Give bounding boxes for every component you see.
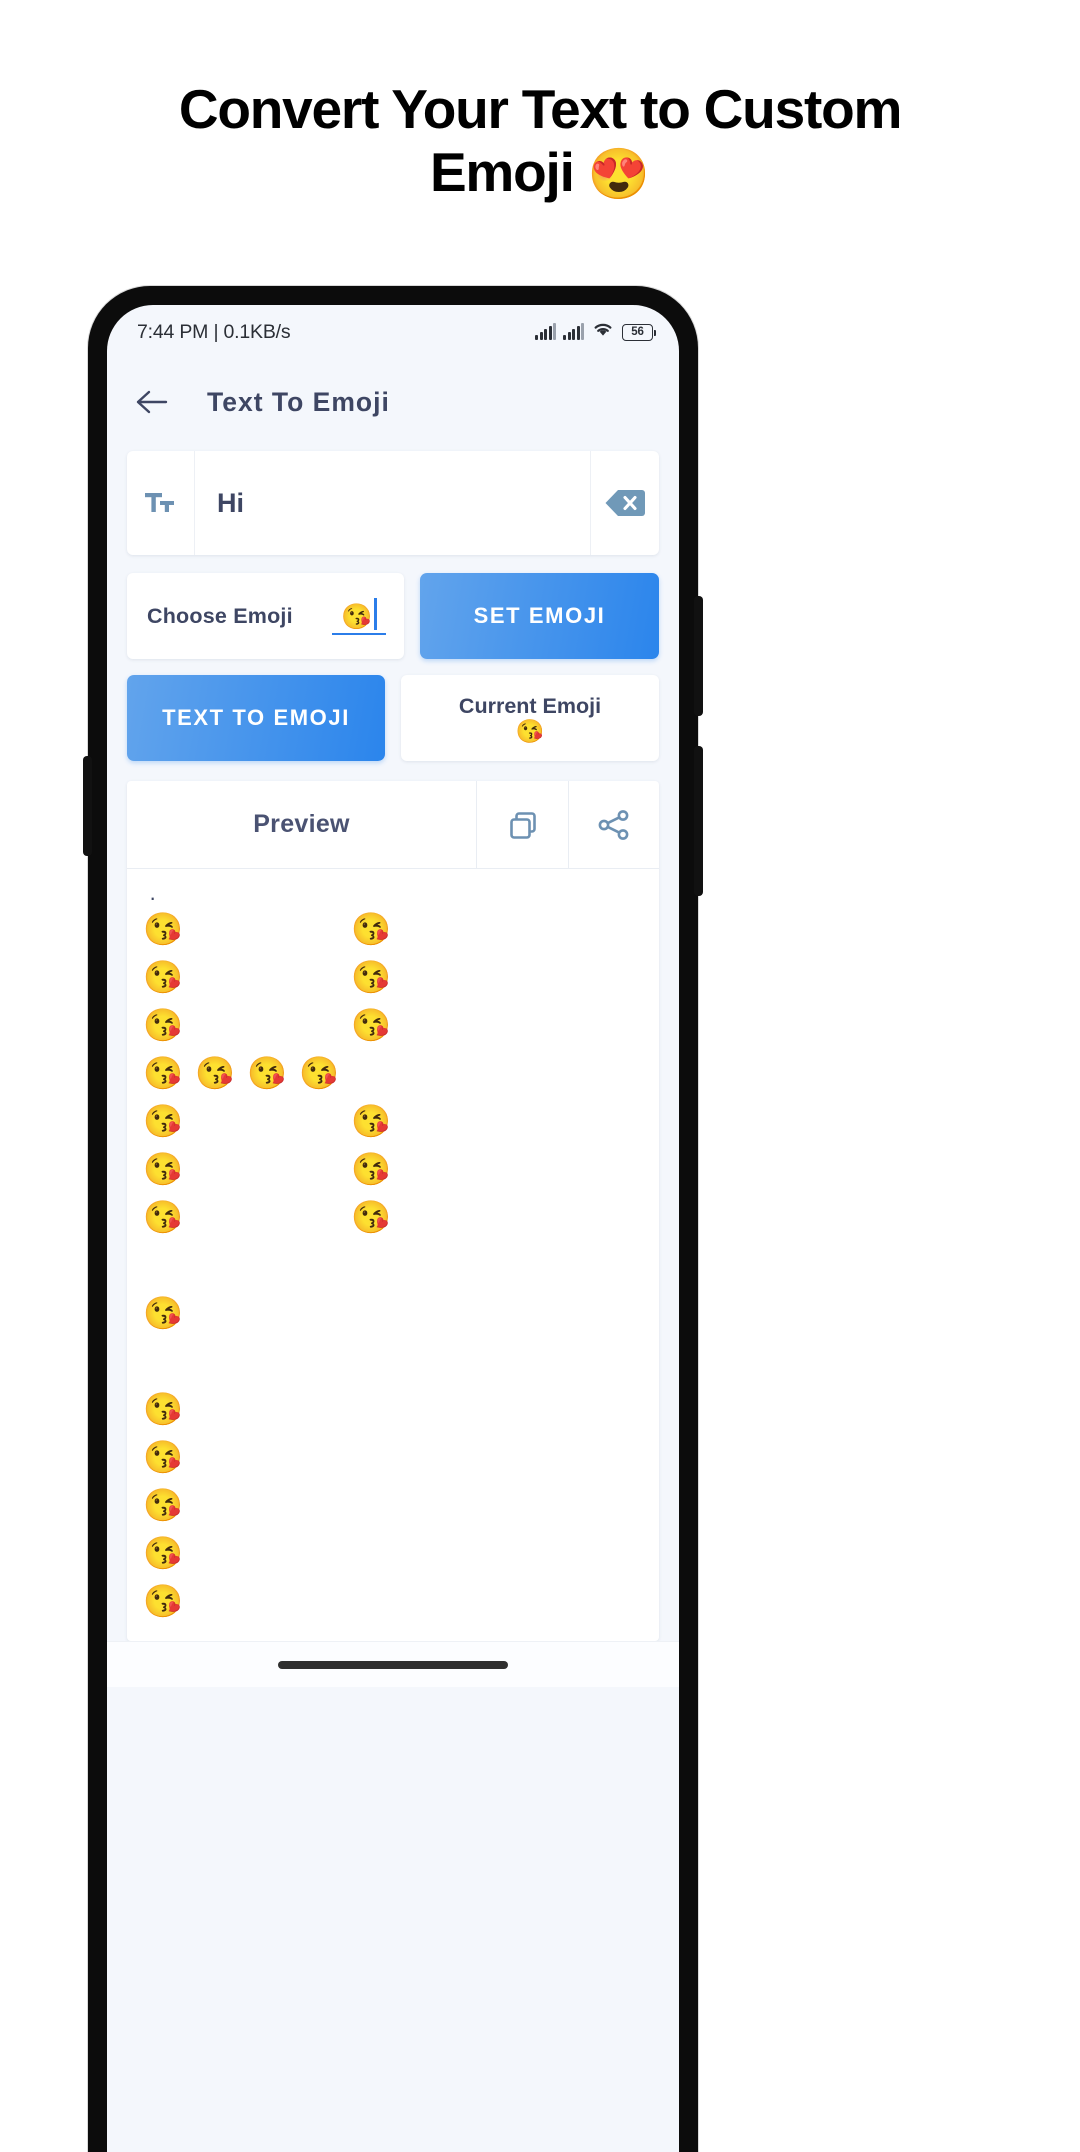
emoji-art-cell: 😘 [143, 1487, 183, 1523]
home-indicator[interactable] [278, 1660, 508, 1669]
emoji-art-cell: 😘 [143, 1103, 183, 1139]
promo-heading-line2: Emoji [429, 141, 575, 204]
battery-level-label: 56 [631, 326, 644, 338]
navigation-bar [107, 1641, 679, 1687]
emoji-art-row: 😘😘😘😘😘 [137, 905, 659, 953]
signal-bars-icon [535, 323, 556, 340]
status-bar-time-and-speed: 7:44 PM | 0.1KB/s [137, 320, 291, 343]
status-bar: 7:44 PM | 0.1KB/s 56 [107, 305, 679, 359]
emoji-art-row: 😘😘😘😘😘 [137, 1385, 659, 1433]
battery-icon: 56 [622, 323, 656, 341]
preview-header: Preview [127, 781, 659, 869]
emoji-art-cell: 😘 [351, 1103, 391, 1139]
share-icon[interactable] [568, 781, 659, 868]
emoji-art-row: 😘😘😘😘😘 [137, 1289, 659, 1337]
text-to-emoji-row: TEXT TO EMOJI Current Emoji 😘 [127, 675, 659, 761]
emoji-art-cell: 😘 [143, 1535, 183, 1571]
emoji-art-cell: 😘 [247, 1055, 287, 1091]
emoji-art-preview: · 😘😘😘😘😘😘😘😘😘😘😘😘😘😘😘😘😘😘😘😘😘😘😘😘😘😘😘😘😘😘😘😘😘😘😘😘😘😘… [127, 869, 659, 1641]
screen-content: Hi Choose Emoji 😘 SET EMOJI TEXT TO EMOJ… [107, 451, 679, 1641]
emoji-art-cell: 😘 [143, 1151, 183, 1187]
emoji-art-cell: 😘 [143, 1199, 183, 1235]
emoji-art-cell: 😘 [143, 959, 183, 995]
emoji-art-row: 😘😘😘😘😘 [137, 1145, 659, 1193]
page-title: Text To Emoji [207, 386, 390, 417]
emoji-art-cell: 😘 [351, 911, 391, 947]
text-format-icon [127, 451, 195, 555]
backspace-clear-icon[interactable] [591, 451, 659, 555]
choose-emoji-row: Choose Emoji 😘 SET EMOJI [127, 573, 659, 659]
emoji-art-cell: 😘 [351, 959, 391, 995]
wifi-icon [591, 320, 615, 344]
emoji-art-grid: 😘😘😘😘😘😘😘😘😘😘😘😘😘😘😘😘😘😘😘😘😘😘😘😘😘😘😘😘😘😘😘😘😘😘😘😘😘😘😘😘… [137, 905, 659, 1625]
set-emoji-button[interactable]: SET EMOJI [420, 573, 659, 659]
emoji-art-row: 😘😘😘😘😘 [137, 953, 659, 1001]
emoji-art-cell: 😘 [143, 1439, 183, 1475]
side-button-left[interactable] [83, 756, 92, 856]
promo-screenshot: Convert Your Text to Custom Emoji 😍 7:44… [0, 0, 1080, 2152]
heart-eyes-emoji-icon: 😍 [587, 146, 651, 203]
preview-title: Preview [127, 781, 477, 868]
volume-button[interactable] [694, 746, 703, 896]
phone-screen: 7:44 PM | 0.1KB/s 56 Text To Emoji Hi Ch… [107, 305, 679, 2152]
text-input-value[interactable]: Hi [195, 451, 591, 555]
promo-heading-line1: Convert Your Text to Custom [178, 78, 903, 140]
signal-bars-icon-2 [563, 323, 584, 340]
current-emoji-value-icon: 😘 [515, 717, 545, 744]
emoji-art-row: 😘😘😘😘😘 [137, 1529, 659, 1577]
copy-icon[interactable] [477, 781, 568, 868]
status-bar-icons: 56 [535, 320, 656, 344]
emoji-art-row: 😘😘😘😘😘 [137, 1433, 659, 1481]
text-to-emoji-button[interactable]: TEXT TO EMOJI [127, 675, 385, 761]
emoji-art-cell: 😘 [143, 1391, 183, 1427]
emoji-art-row: 😘😘😘😘😘 [137, 1097, 659, 1145]
emoji-art-cell: 😘 [143, 1583, 183, 1619]
current-emoji-label: Current Emoji [458, 693, 602, 718]
back-arrow-icon[interactable] [131, 381, 173, 423]
app-bar: Text To Emoji [107, 359, 679, 445]
promo-heading: Convert Your Text to Custom Emoji 😍 [0, 78, 1080, 205]
emoji-art-row: 😘😘😘😘😘 [137, 1337, 659, 1385]
emoji-art-cell: 😘 [143, 1055, 183, 1091]
phone-frame: 7:44 PM | 0.1KB/s 56 Text To Emoji Hi Ch… [83, 286, 703, 2152]
choose-emoji-input[interactable]: 😘 [332, 597, 386, 635]
kissing-heart-emoji-icon: 😘 [341, 602, 373, 631]
power-button[interactable] [694, 596, 703, 716]
text-input-row: Hi [127, 451, 659, 555]
emoji-art-row: 😘😘😘😘😘 [137, 1577, 659, 1625]
emoji-art-cell: 😘 [351, 1199, 391, 1235]
emoji-art-cell: 😘 [351, 1007, 391, 1043]
choose-emoji-label: Choose Emoji [147, 603, 293, 628]
text-caret [374, 597, 377, 630]
emoji-art-row: 😘😘😘😘😘 [137, 1241, 659, 1289]
emoji-art-row: 😘😘😘😘😘 [137, 1001, 659, 1049]
current-emoji-card[interactable]: Current Emoji 😘 [401, 675, 659, 761]
emoji-art-cell: 😘 [143, 911, 183, 947]
leading-mark: · [149, 885, 157, 910]
emoji-art-cell: 😘 [143, 1007, 183, 1043]
emoji-art-cell: 😘 [351, 1151, 391, 1187]
emoji-art-cell: 😘 [143, 1295, 183, 1331]
emoji-art-row: 😘😘😘😘😘 [137, 1481, 659, 1529]
emoji-art-row: 😘😘😘😘😘 [137, 1049, 659, 1097]
choose-emoji-card[interactable]: Choose Emoji 😘 [127, 573, 404, 659]
emoji-art-cell: 😘 [195, 1055, 235, 1091]
preview-card: Preview · 😘 😘 😘 😘 😘 😘 😘 😘 😘 😘 😘 😘 😘 😘 😘 … [127, 781, 659, 1641]
emoji-art-row: 😘😘😘😘😘 [137, 1193, 659, 1241]
emoji-art-cell: 😘 [299, 1055, 339, 1091]
